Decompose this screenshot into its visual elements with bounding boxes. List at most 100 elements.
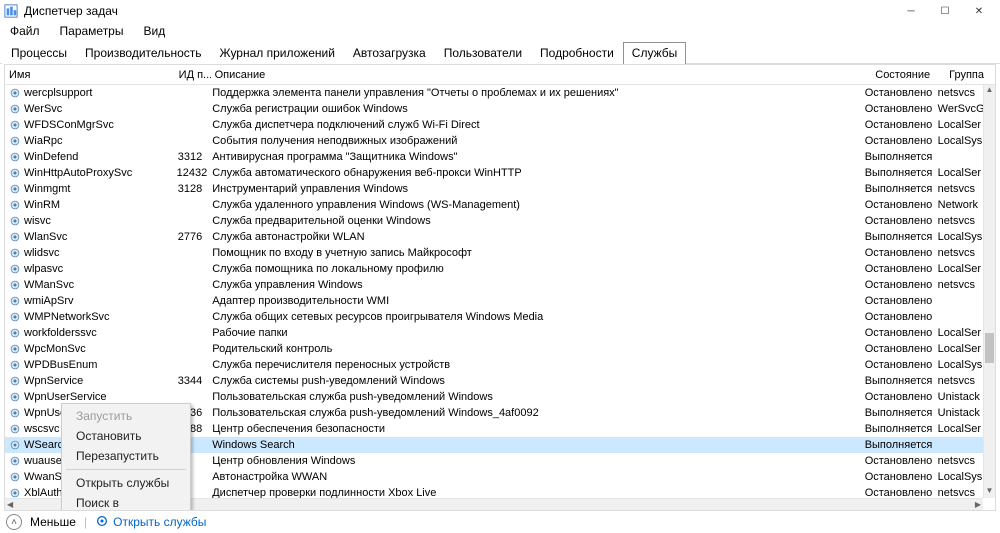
column-headers[interactable]: Имя ИД п... Описание Состояние Группа (5, 65, 995, 85)
tab-пользователи[interactable]: Пользователи (435, 42, 531, 64)
tab-производительность[interactable]: Производительность (76, 42, 210, 64)
service-state: Остановлено (861, 87, 934, 99)
service-group: LocalSys (934, 231, 983, 243)
service-row[interactable]: wlidsvcПомощник по входу в учетную запис… (5, 245, 983, 261)
service-icon (9, 199, 21, 211)
ctx-restart[interactable]: Перезапустить (62, 446, 190, 466)
service-row[interactable]: WpcMonSvcРодительский контрольОстановлен… (5, 341, 983, 357)
service-desc: Служба общих сетевых ресурсов проигрыват… (208, 311, 860, 323)
service-row[interactable]: WerSvcСлужба регистрации ошибок WindowsО… (5, 101, 983, 117)
close-button[interactable]: ✕ (962, 0, 996, 22)
service-state: Остановлено (861, 247, 934, 259)
service-desc: Windows Search (208, 439, 860, 451)
service-desc: Служба диспетчера подключений служб Wi-F… (208, 119, 860, 131)
service-desc: Центр обновления Windows (208, 455, 860, 467)
service-row[interactable]: wlpasvcСлужба помощника по локальному пр… (5, 261, 983, 277)
fewer-details-button[interactable]: ˄ (6, 514, 22, 530)
service-icon (9, 103, 21, 115)
tab-журнал приложений[interactable]: Журнал приложений (211, 42, 344, 64)
service-row[interactable]: Winmgmt3128Инструментарий управления Win… (5, 181, 983, 197)
service-state: Остановлено (861, 215, 934, 227)
scroll-right-arrow[interactable]: ▶ (975, 500, 981, 509)
open-services-label: Открыть службы (113, 515, 206, 529)
scroll-up-arrow[interactable]: ▲ (984, 85, 995, 97)
scroll-thumb[interactable] (985, 333, 994, 363)
minimize-button[interactable]: ─ (894, 0, 928, 22)
tab-службы[interactable]: Службы (623, 42, 686, 64)
service-state: Остановлено (861, 279, 934, 291)
service-row[interactable]: wmiApSrvАдаптер производительности WMIОс… (5, 293, 983, 309)
service-group: LocalSys (934, 359, 983, 371)
service-row[interactable]: WPDBusEnumСлужба перечислителя переносны… (5, 357, 983, 373)
service-desc: Антивирусная программа "Защитника Window… (208, 151, 860, 163)
service-row[interactable]: WpnService3344Служба системы push-уведом… (5, 373, 983, 389)
service-name: WerSvc (24, 103, 62, 115)
ctx-sep-1 (66, 469, 186, 470)
service-name: WiaRpc (24, 135, 63, 147)
service-name: wscsvc (24, 423, 59, 435)
service-row[interactable]: workfolderssvcРабочие папкиОстановленоLo… (5, 325, 983, 341)
service-group: netsvcs (934, 487, 983, 498)
col-pid[interactable]: ИД п... (175, 69, 211, 81)
context-menu: Запустить Остановить Перезапустить Откры… (61, 403, 191, 511)
service-name: WlanSvc (24, 231, 67, 243)
status-bar: ˄ Меньше | Открыть службы (0, 511, 1000, 533)
fewer-details-label[interactable]: Меньше (30, 515, 76, 529)
service-name: WMPNetworkSvc (24, 311, 110, 323)
service-state: Выполняется (861, 439, 934, 451)
service-row[interactable]: wercplsupportПоддержка элемента панели у… (5, 85, 983, 101)
maximize-button[interactable]: ☐ (928, 0, 962, 22)
ctx-search-online[interactable]: Поиск в Интернете (62, 493, 190, 511)
scroll-left-arrow[interactable]: ◀ (7, 500, 13, 509)
service-row[interactable]: WFDSConMgrSvcСлужба диспетчера подключен… (5, 117, 983, 133)
vertical-scrollbar[interactable]: ▲ ▼ (983, 85, 995, 498)
service-group: LocalSys (934, 135, 983, 147)
col-state[interactable]: Состояние (871, 69, 945, 81)
service-group: Network (934, 199, 983, 211)
col-desc[interactable]: Описание (211, 69, 872, 81)
service-desc: Помощник по входу в учетную запись Майкр… (208, 247, 860, 259)
service-desc: События получения неподвижных изображени… (208, 135, 860, 147)
menu-options[interactable]: Параметры (56, 23, 128, 39)
service-name: wlpasvc (24, 263, 63, 275)
service-desc: Пользовательская служба push-уведомлений… (208, 391, 860, 403)
service-row[interactable]: wisvcСлужба предварительной оценки Windo… (5, 213, 983, 229)
service-group: netsvcs (934, 279, 983, 291)
open-services-link[interactable]: Открыть службы (95, 514, 206, 531)
service-desc: Автонастройка WWAN (208, 471, 860, 483)
service-group: LocalSer (934, 423, 983, 435)
service-row[interactable]: WinDefend3312Антивирусная программа "Защ… (5, 149, 983, 165)
title-bar: Диспетчер задач ─ ☐ ✕ (0, 0, 1000, 22)
service-row[interactable]: WiaRpc События получения неподвижных изоб… (5, 133, 983, 149)
menu-bar: Файл Параметры Вид (0, 22, 1000, 40)
service-icon (9, 455, 21, 467)
tab-процессы[interactable]: Процессы (2, 42, 76, 64)
menu-file[interactable]: Файл (6, 23, 44, 39)
tab-подробности[interactable]: Подробности (531, 42, 623, 64)
service-icon (9, 439, 21, 451)
service-row[interactable]: WinRMСлужба удаленного управления Window… (5, 197, 983, 213)
service-icon (9, 247, 21, 259)
service-group: netsvcs (934, 455, 983, 467)
service-state: Выполняется (861, 407, 934, 419)
service-group: netsvcs (934, 87, 983, 99)
menu-view[interactable]: Вид (139, 23, 169, 39)
service-row[interactable]: WMPNetworkSvc Служба общих сетевых ресурс… (5, 309, 983, 325)
service-group: WerSvcG (934, 103, 983, 115)
service-name: WpcMonSvc (24, 343, 86, 355)
service-name: wercplsupport (24, 87, 92, 99)
service-row[interactable]: WinHttpAutoProxySvc12432Служба автоматич… (5, 165, 983, 181)
service-name: wisvc (24, 215, 51, 227)
service-row[interactable]: WlanSvc2776Служба автонастройки WLANВыпо… (5, 229, 983, 245)
tab-автозагрузка[interactable]: Автозагрузка (344, 42, 435, 64)
service-name: WPDBusEnum (24, 359, 97, 371)
service-icon (9, 151, 21, 163)
service-name: WinRM (24, 199, 60, 211)
ctx-stop[interactable]: Остановить (62, 426, 190, 446)
scroll-down-arrow[interactable]: ▼ (984, 486, 995, 498)
col-group[interactable]: Группа (945, 69, 995, 81)
service-row[interactable]: WManSvcСлужба управления WindowsОстановл… (5, 277, 983, 293)
col-name[interactable]: Имя (5, 69, 175, 81)
ctx-open-services[interactable]: Открыть службы (62, 473, 190, 493)
service-icon (9, 167, 21, 179)
